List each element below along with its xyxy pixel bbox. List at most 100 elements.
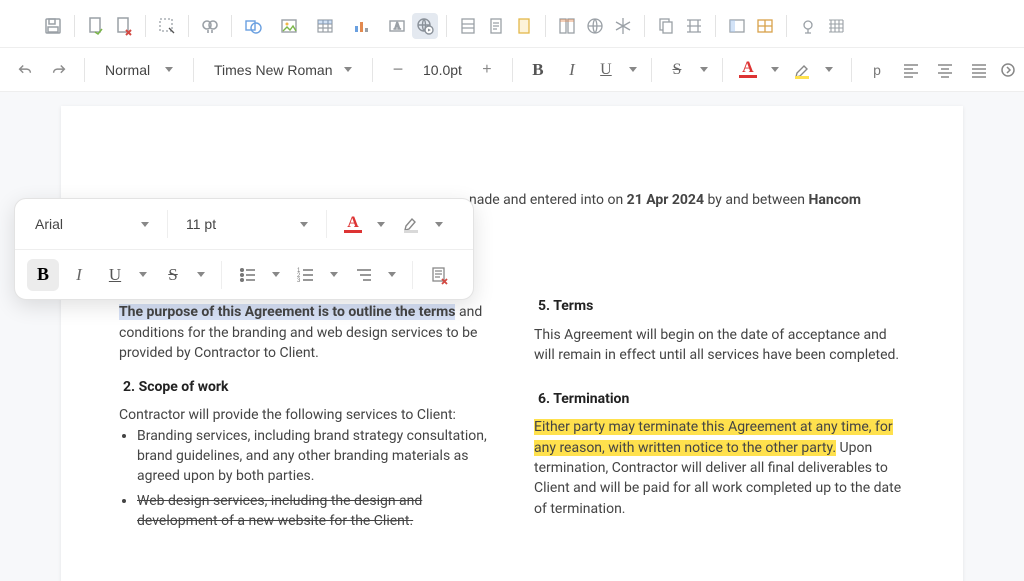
chart-icon[interactable]: [348, 13, 374, 39]
align-justify-button[interactable]: [964, 55, 994, 85]
strike-more-button[interactable]: [696, 55, 712, 85]
save-icon[interactable]: [40, 13, 66, 39]
highlight-more-button[interactable]: [821, 55, 837, 85]
underline-more-button[interactable]: [625, 55, 641, 85]
terms-paragraph: This Agreement will begin on the date of…: [534, 325, 905, 366]
floatbar-bullets-button[interactable]: [232, 259, 264, 291]
chevron-down-icon: [139, 272, 147, 277]
font-color-glyph: A: [739, 61, 757, 78]
heading-scope: 2. Scope of work: [123, 377, 490, 397]
floatbar-highlight-button[interactable]: [395, 208, 427, 240]
floatbar-fontcolor-group: A: [337, 208, 391, 240]
columns-icon[interactable]: [554, 13, 580, 39]
floatbar-row-1: Arial 11 pt A: [15, 199, 473, 249]
paragraph-button[interactable]: p: [862, 55, 892, 85]
floatbar-multilevel-button[interactable]: [348, 259, 380, 291]
floatbar-numbered-more[interactable]: [324, 259, 344, 291]
floatbar-bullets-more[interactable]: [266, 259, 286, 291]
web-media-icon[interactable]: [412, 13, 438, 39]
fontsize-decrease-button[interactable]: −: [383, 55, 413, 85]
select-object-icon[interactable]: [154, 13, 180, 39]
shape-icon[interactable]: [240, 13, 266, 39]
floatbar-numbered-button[interactable]: 123: [290, 259, 322, 291]
strike-button[interactable]: S: [662, 55, 692, 85]
floatbar-multilevel-more[interactable]: [382, 259, 402, 291]
floatbar-strike-button[interactable]: S: [157, 259, 189, 291]
floatbar-size-dropdown[interactable]: 11 pt: [178, 208, 316, 240]
selected-text[interactable]: The purpose of this Agreement is to outl…: [119, 304, 455, 320]
scope-lead: Contractor will provide the following se…: [119, 405, 490, 425]
main-toolbar-row-2: Normal Times New Roman − 10.0pt + B I U …: [0, 48, 1024, 92]
panel-icon[interactable]: [724, 13, 750, 39]
floating-format-toolbar[interactable]: Arial 11 pt A B I U S 123: [14, 198, 474, 300]
chevron-down-icon: [700, 67, 708, 72]
floatbar-multilevel-group: [348, 259, 402, 291]
font-color-more-button[interactable]: [767, 55, 783, 85]
doc-delete-icon[interactable]: [111, 13, 137, 39]
termination-paragraph: Either party may terminate this Agreemen…: [534, 417, 905, 518]
redo-button[interactable]: [44, 55, 74, 85]
floatbar-italic-label: I: [76, 265, 82, 285]
floatbar-fontcolor-button[interactable]: A: [337, 208, 369, 240]
underline-label: U: [600, 61, 612, 79]
toolbar-more-button[interactable]: [998, 55, 1018, 85]
floatbar-strike-more[interactable]: [191, 259, 211, 291]
floatbar-highlight-group: [395, 208, 449, 240]
floatbar-underline-button[interactable]: U: [99, 259, 131, 291]
right-column: 5. Terms This Agreement will begin on th…: [534, 238, 905, 535]
doc-check-icon[interactable]: [83, 13, 109, 39]
section-icon[interactable]: [455, 13, 481, 39]
heading-termination: 6. Termination: [538, 389, 905, 409]
scope-bullet-1: Branding services, including brand strat…: [137, 426, 490, 487]
page-color-icon[interactable]: [511, 13, 537, 39]
italic-button[interactable]: I: [557, 55, 587, 85]
find-icon[interactable]: [197, 13, 223, 39]
image-icon[interactable]: [276, 13, 302, 39]
table-icon[interactable]: [312, 13, 338, 39]
intro-text-2: by and between: [704, 192, 809, 208]
font-dropdown[interactable]: Times New Roman: [204, 55, 362, 85]
floatbar-highlight-more[interactable]: [429, 208, 449, 240]
reading-mode-icon[interactable]: [795, 13, 821, 39]
floatbar-underline-label: U: [109, 265, 121, 285]
highlight-button[interactable]: [787, 55, 817, 85]
chevron-down-icon: [825, 67, 833, 72]
textbox-icon[interactable]: A: [384, 13, 410, 39]
copy-icon[interactable]: [653, 13, 679, 39]
document-page[interactable]: nade and entered into on 21 Apr 2024 by …: [61, 106, 963, 581]
floatbar-clear-format-button[interactable]: [423, 259, 455, 291]
floatbar-bold-button[interactable]: B: [27, 259, 59, 291]
grid-toggle-icon[interactable]: [752, 13, 778, 39]
svg-text:A: A: [394, 21, 401, 31]
align-distribute-icon[interactable]: [681, 13, 707, 39]
grid-icon[interactable]: [823, 13, 849, 39]
floatbar-italic-button[interactable]: I: [63, 259, 95, 291]
chevron-down-icon: [377, 222, 385, 227]
heading-terms: 5. Terms: [538, 296, 905, 316]
floatbar-numbered-group: 123: [290, 259, 344, 291]
toolbar-overflow: p: [839, 55, 1018, 85]
purpose-paragraph: The purpose of this Agreement is to outl…: [119, 302, 490, 363]
intro-date: 21 Apr 2024: [627, 192, 704, 208]
chevron-down-icon: [435, 222, 443, 227]
snowflake-icon[interactable]: [610, 13, 636, 39]
floatbar-font-dropdown[interactable]: Arial: [27, 208, 157, 240]
font-color-button[interactable]: A: [733, 55, 763, 85]
floatbar-underline-more[interactable]: [133, 259, 153, 291]
floatbar-fontcolor-more[interactable]: [371, 208, 391, 240]
align-left-button[interactable]: [896, 55, 926, 85]
style-dropdown[interactable]: Normal: [95, 55, 183, 85]
intro-company: Hancom: [809, 192, 862, 208]
undo-button[interactable]: [10, 55, 40, 85]
page-icon[interactable]: [483, 13, 509, 39]
fontsize-increase-button[interactable]: +: [472, 55, 502, 85]
chevron-down-icon: [771, 67, 779, 72]
align-center-button[interactable]: [930, 55, 960, 85]
floatbar-size-value: 11 pt: [186, 216, 216, 232]
fontsize-value[interactable]: 10.0pt: [417, 55, 468, 85]
underline-button[interactable]: U: [591, 55, 621, 85]
document-canvas: nade and entered into on 21 Apr 2024 by …: [0, 92, 1024, 581]
web-icon[interactable]: [582, 13, 608, 39]
bold-button[interactable]: B: [523, 55, 553, 85]
floatbar-fontcolor-glyph: A: [344, 216, 362, 233]
